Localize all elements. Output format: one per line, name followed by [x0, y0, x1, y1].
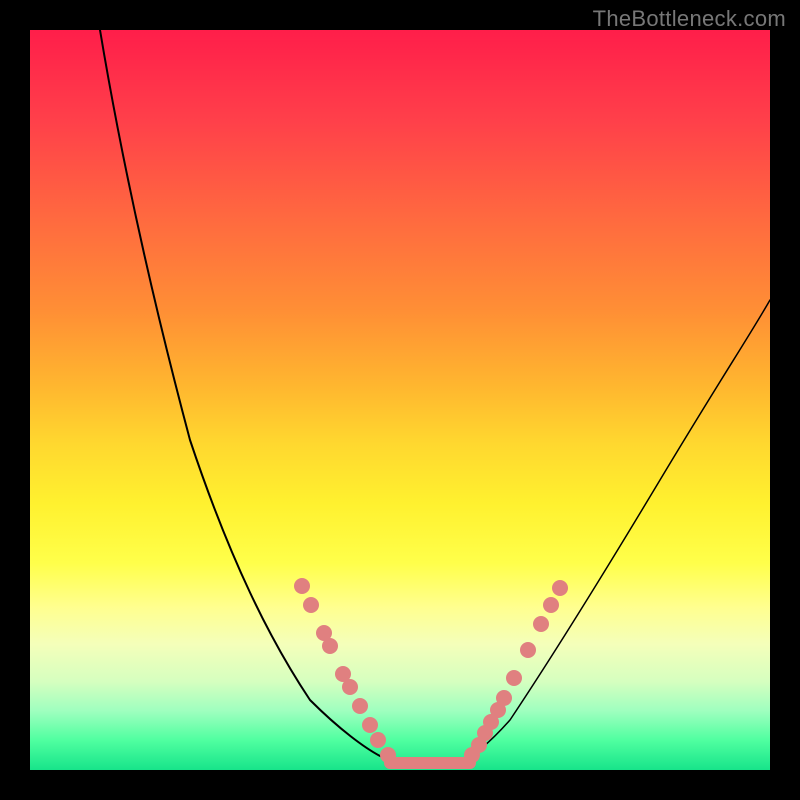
- marker-dot: [506, 670, 522, 686]
- chart-stage: TheBottleneck.com: [0, 0, 800, 800]
- marker-dot: [342, 679, 358, 695]
- left-curve: [100, 30, 400, 762]
- watermark-text: TheBottleneck.com: [593, 6, 786, 32]
- marker-dot: [380, 747, 396, 763]
- marker-dot: [520, 642, 536, 658]
- marker-dot: [294, 578, 310, 594]
- marker-dot: [322, 638, 338, 654]
- chart-svg: [30, 30, 770, 770]
- marker-dot: [496, 690, 512, 706]
- marker-dot: [370, 732, 386, 748]
- markers-right: [464, 580, 568, 763]
- marker-dot: [533, 616, 549, 632]
- chart-plot-area: [30, 30, 770, 770]
- markers-left: [294, 578, 396, 763]
- marker-dot: [362, 717, 378, 733]
- marker-dot: [303, 597, 319, 613]
- marker-dot: [543, 597, 559, 613]
- marker-dot: [352, 698, 368, 714]
- marker-dot: [552, 580, 568, 596]
